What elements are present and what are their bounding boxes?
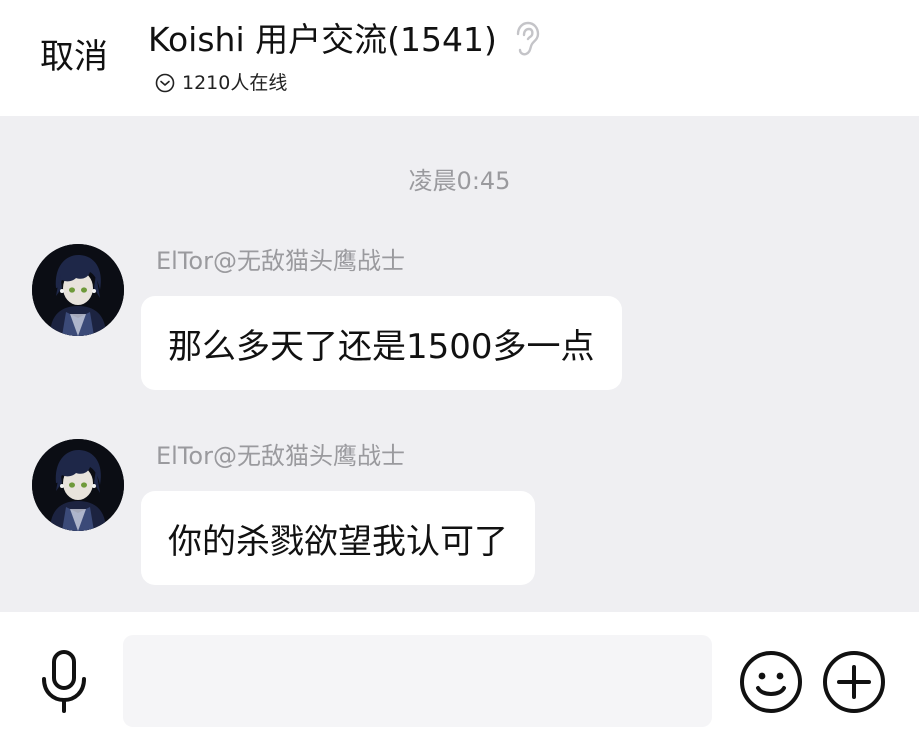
cancel-button[interactable]: 取消 xyxy=(40,33,108,81)
avatar[interactable] xyxy=(32,439,124,531)
emoji-icon[interactable] xyxy=(739,650,803,714)
chat-header: 取消 Koishi 用户交流(1541) 1210人在线 xyxy=(0,0,919,116)
online-status[interactable]: 1210人在线 xyxy=(155,68,287,98)
chat-screen: 取消 Koishi 用户交流(1541) 1210人在线 凌晨0:45 ElTo… xyxy=(0,0,919,750)
chat-title: Koishi 用户交流(1541) xyxy=(148,20,497,59)
chevron-circle-icon xyxy=(155,73,175,93)
title-row: Koishi 用户交流(1541) xyxy=(148,16,541,64)
message-input[interactable] xyxy=(123,635,712,727)
ear-icon[interactable] xyxy=(511,20,541,60)
message-timestamp: 凌晨0:45 xyxy=(408,167,511,195)
microphone-icon[interactable] xyxy=(36,649,92,713)
plus-icon[interactable] xyxy=(822,650,886,714)
message-list[interactable]: 凌晨0:45 ElTor@无敌猫头鹰战士 那么多天了还是1500多一点 ElTo… xyxy=(0,116,919,612)
online-count: 1210人在线 xyxy=(182,72,288,94)
sender-name: ElTor@无敌猫头鹰战士 xyxy=(156,442,405,470)
message-bubble[interactable]: 那么多天了还是1500多一点 xyxy=(141,296,622,390)
sender-name: ElTor@无敌猫头鹰战士 xyxy=(156,247,405,275)
message-bubble[interactable]: 你的杀戮欲望我认可了 xyxy=(141,491,535,585)
input-bar xyxy=(0,612,919,750)
avatar[interactable] xyxy=(32,244,124,336)
